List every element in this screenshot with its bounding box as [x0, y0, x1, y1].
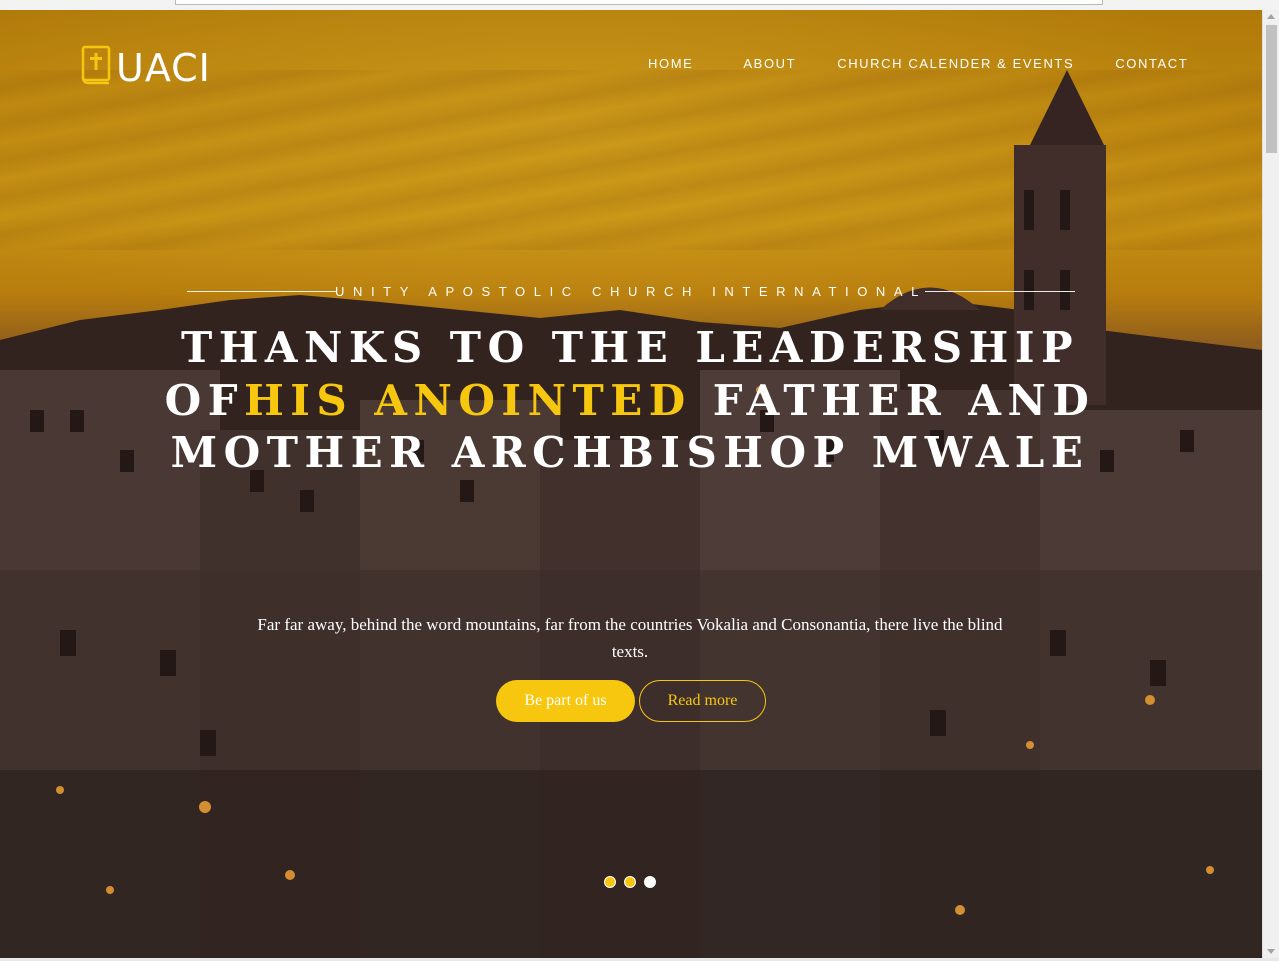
subtitle-right-line	[925, 291, 1075, 292]
nav-item-about[interactable]: ABOUT	[743, 56, 796, 71]
bible-icon	[80, 45, 112, 90]
hero-subtitle-row: UNITY APOSTOLIC CHURCH INTERNATIONAL	[187, 284, 1075, 300]
site-logo[interactable]: UACI	[80, 45, 211, 90]
carousel-dots	[604, 876, 656, 888]
read-more-button[interactable]: Read more	[639, 680, 766, 722]
hero-headline: THANKS TO THE LEADERSHIP OFHIS ANOINTED …	[160, 322, 1100, 480]
be-part-of-us-button[interactable]: Be part of us	[496, 680, 635, 722]
nav-item-church-calendar-events[interactable]: CHURCH CALENDER & EVENTS	[837, 56, 1074, 71]
nav-item-contact[interactable]: CONTACT	[1115, 56, 1188, 71]
scrollbar-thumb[interactable]	[1266, 25, 1277, 153]
logo-text: UACI	[116, 45, 211, 90]
page-scrollbar[interactable]	[1262, 10, 1279, 958]
carousel-dot-3[interactable]	[644, 876, 656, 888]
scroll-up-arrow-icon[interactable]	[1267, 14, 1275, 19]
main-nav: HOME ABOUT CHURCH CALENDER & EVENTS CONT…	[648, 56, 1188, 71]
scroll-down-arrow-icon[interactable]	[1267, 949, 1275, 954]
headline-highlight: HIS ANOINTED	[244, 375, 692, 425]
browser-address-bar[interactable]	[175, 0, 1103, 5]
hero-section	[0, 10, 1262, 958]
nav-item-home[interactable]: HOME	[648, 56, 693, 71]
carousel-dot-2[interactable]	[624, 876, 636, 888]
hero-description: Far far away, behind the word mountains,…	[257, 615, 1003, 661]
carousel-dot-1[interactable]	[604, 876, 616, 888]
